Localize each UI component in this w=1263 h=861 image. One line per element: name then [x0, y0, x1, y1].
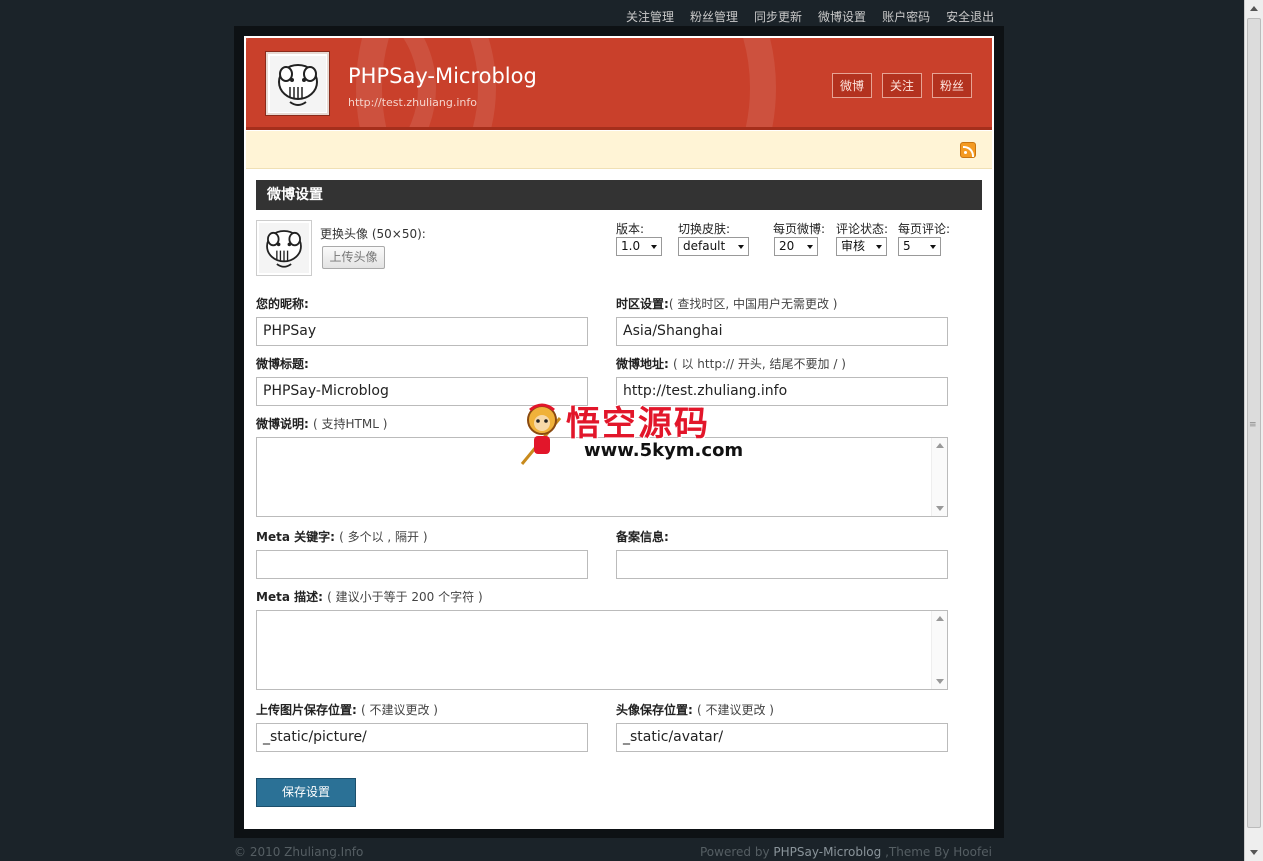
nav-account-password[interactable]: 账户密码 [882, 8, 930, 25]
nav-sync-update[interactable]: 同步更新 [754, 8, 802, 25]
section-title: 微博设置 [256, 180, 982, 210]
version-select[interactable]: 1.0 [616, 237, 662, 256]
monkey-logo-icon [520, 403, 562, 465]
picture-path-field[interactable]: _static/picture/ [256, 723, 588, 752]
meta-keywords-label-row: Meta 关键字: ( 多个以 , 隔开 ) [256, 528, 428, 545]
avatar-path-field[interactable]: _static/avatar/ [616, 723, 948, 752]
scroll-down-icon[interactable] [936, 679, 944, 684]
avatar-path-hint: ( 不建议更改 ) [697, 703, 774, 717]
posts-per-page-label: 每页微博: [773, 222, 826, 236]
avatar-image [269, 55, 326, 112]
info-bar [246, 131, 992, 169]
header-banner: PHPSay-Microblog http://test.zhuliang.in… [246, 38, 992, 130]
blog-url: http://test.zhuliang.info [348, 96, 477, 109]
grip-icon: ≡ [1249, 420, 1257, 430]
version-label: 版本: [616, 222, 645, 236]
comment-status-select[interactable]: 审核 [836, 237, 887, 256]
timezone-field[interactable]: Asia/Shanghai [616, 317, 948, 346]
picture-path-label-row: 上传图片保存位置: ( 不建议更改 ) [256, 701, 438, 718]
following-button[interactable]: 关注 [881, 73, 922, 98]
meta-keywords-field[interactable] [256, 550, 588, 579]
nav-follow-manage[interactable]: 关注管理 [626, 8, 674, 25]
theme-credit: ,Theme By Hoofei [881, 845, 992, 859]
powered-prefix: Powered by [700, 845, 774, 859]
blog-title[interactable]: PHPSay-Microblog [348, 64, 537, 88]
chevron-down-icon [651, 245, 657, 249]
header-buttons: 微博 关注 粉丝 [831, 73, 972, 98]
chevron-down-icon [807, 245, 813, 249]
description-label-row: 微博说明: ( 支持HTML ) [256, 415, 387, 432]
description-hint: ( 支持HTML ) [313, 417, 388, 431]
blog-url-label: 微博地址: [616, 357, 669, 371]
scroll-down-icon[interactable] [936, 506, 944, 511]
textarea-scrollbar[interactable] [931, 611, 947, 689]
comment-status-label: 评论状态: [836, 222, 889, 236]
footer-copyright: © 2010 Zhuliang.Info [234, 845, 364, 859]
chevron-down-icon [876, 245, 882, 249]
blog-title-label: 微博标题: [256, 357, 309, 371]
weibo-button[interactable]: 微博 [831, 73, 872, 98]
fans-button[interactable]: 粉丝 [931, 73, 972, 98]
meta-description-label-row: Meta 描述: ( 建议小于等于 200 个字符 ) [256, 588, 483, 605]
icp-field[interactable] [616, 550, 948, 579]
avatar-path-label-row: 头像保存位置: ( 不建议更改 ) [616, 701, 774, 718]
posts-per-page-select[interactable]: 20 [774, 237, 818, 256]
powered-link[interactable]: PHPSay-Microblog [773, 845, 881, 859]
scroll-up-icon[interactable] [936, 443, 944, 448]
skin-select[interactable]: default [678, 237, 749, 256]
version-value: 1.0 [621, 239, 641, 253]
timezone-label: 时区设置: [616, 297, 669, 311]
header-avatar[interactable] [266, 52, 329, 115]
nav-blog-settings[interactable]: 微博设置 [818, 8, 866, 25]
meta-description-hint: ( 建议小于等于 200 个字符 ) [327, 590, 483, 604]
textarea-scrollbar[interactable] [931, 438, 947, 516]
nav-logout[interactable]: 安全退出 [946, 8, 994, 25]
watermark: 悟空源码 www.5kym.com [520, 396, 750, 468]
avatar-path-label: 头像保存位置: [616, 703, 693, 717]
comments-per-page-value: 5 [903, 239, 911, 253]
meta-description-textarea[interactable] [256, 610, 948, 690]
current-avatar [256, 220, 312, 276]
posts-per-page-value: 20 [779, 239, 795, 253]
blog-url-hint: ( 以 http:// 开头, 结尾不要加 / ) [673, 357, 846, 371]
save-settings-button[interactable]: 保存设置 [256, 778, 356, 807]
timezone-label-row: 时区设置:( 查找时区, 中国用户无需更改 ) [616, 295, 837, 312]
avatar-label: 更换头像 (50×50): [320, 227, 426, 241]
page-scrollbar[interactable]: ≡ [1244, 0, 1263, 861]
meta-keywords-hint: ( 多个以 , 隔开 ) [339, 530, 428, 544]
footer-powered: Powered by PHPSay-Microblog ,Theme By Ho… [700, 845, 992, 859]
description-label: 微博说明: [256, 417, 309, 431]
chevron-down-icon [738, 245, 744, 249]
scroll-up-icon[interactable] [1250, 6, 1258, 11]
comment-status-value: 审核 [841, 239, 866, 253]
meta-description-label: Meta 描述: [256, 590, 323, 604]
timezone-hint-rest: , 中国用户无需更改 ) [725, 297, 838, 311]
blog-url-label-row: 微博地址: ( 以 http:// 开头, 结尾不要加 / ) [616, 355, 846, 372]
picture-path-hint: ( 不建议更改 ) [361, 703, 438, 717]
icp-label: 备案信息: [616, 530, 669, 544]
top-nav: 关注管理 粉丝管理 同步更新 微博设置 账户密码 安全退出 [626, 8, 994, 25]
find-timezone-link[interactable]: 查找时区 [677, 297, 725, 311]
picture-path-label: 上传图片保存位置: [256, 703, 357, 717]
skin-label: 切换皮肤: [678, 222, 731, 236]
nav-fans-manage[interactable]: 粉丝管理 [690, 8, 738, 25]
scroll-down-icon[interactable] [1250, 850, 1258, 855]
scroll-up-icon[interactable] [936, 616, 944, 621]
nickname-label: 您的昵称: [256, 297, 309, 311]
rss-icon[interactable] [960, 142, 976, 158]
meta-keywords-label: Meta 关键字: [256, 530, 335, 544]
watermark-text: 悟空源码 [566, 404, 710, 444]
avatar-image [259, 223, 309, 273]
chevron-down-icon [930, 245, 936, 249]
watermark-url: www.5kym.com [584, 440, 744, 461]
comments-per-page-label: 每页评论: [898, 222, 951, 236]
comments-per-page-select[interactable]: 5 [898, 237, 941, 256]
upload-avatar-button[interactable]: 上传头像 [322, 246, 385, 269]
nickname-field[interactable]: PHPSay [256, 317, 588, 346]
skin-value: default [683, 239, 726, 253]
